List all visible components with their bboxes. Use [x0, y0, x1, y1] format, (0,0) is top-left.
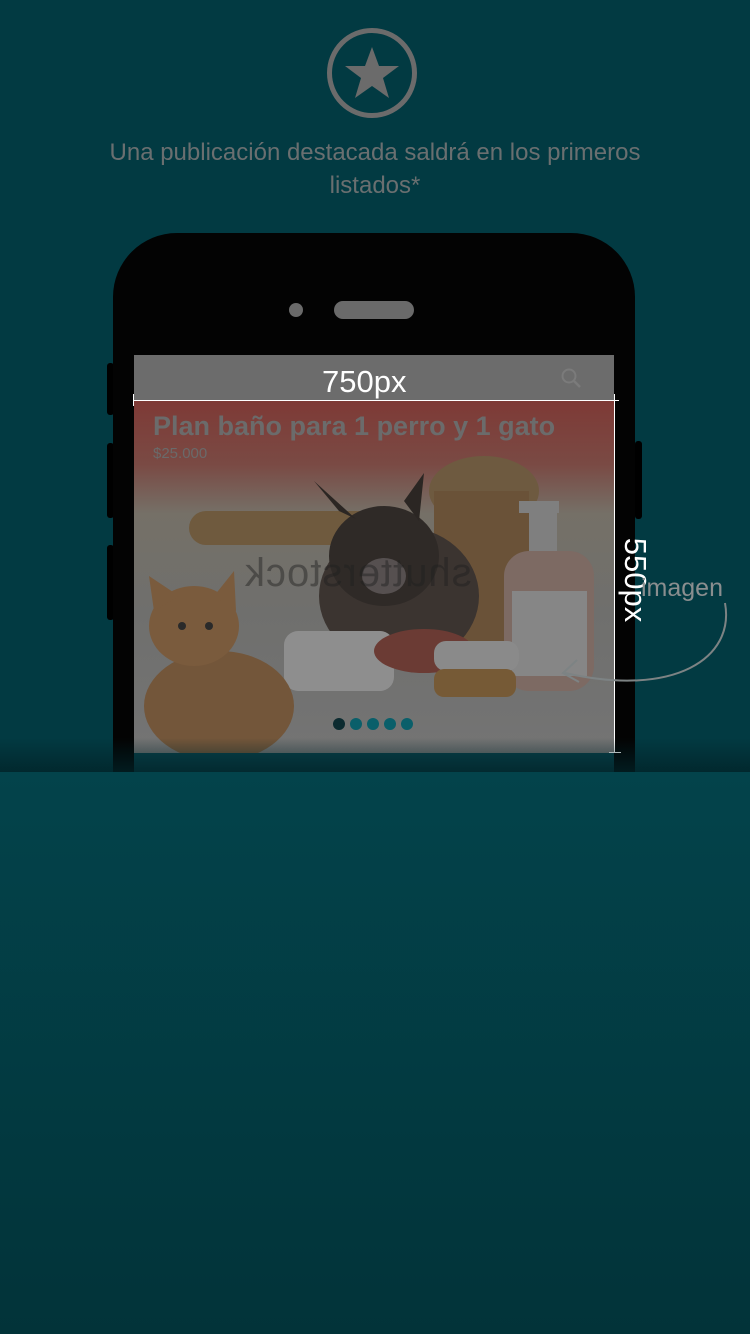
listing-title: Plan baño para 1 perro y 1 gato	[153, 411, 556, 441]
search-icon[interactable]	[560, 367, 582, 394]
bottom-panel	[0, 772, 750, 1334]
carousel-dot[interactable]	[401, 718, 413, 730]
curved-arrow-icon	[561, 602, 728, 683]
listing-image[interactable]: shutterstock Plan baño para 1 perro y 1 …	[134, 401, 614, 753]
carousel-dot[interactable]	[350, 718, 362, 730]
carousel-dot[interactable]	[333, 718, 345, 730]
carousel-dots[interactable]	[333, 718, 413, 730]
image-watermark: shutterstock	[244, 551, 472, 595]
carousel-dot[interactable]	[384, 718, 396, 730]
feature-caption: Una publicación destacada saldrá en los …	[109, 139, 641, 199]
listing-price: $25.000	[153, 445, 208, 462]
height-dimension-line	[614, 400, 615, 753]
phone-power-button	[635, 441, 642, 519]
width-dimension-label: 750px	[322, 364, 407, 399]
phone-camera	[289, 303, 303, 317]
width-dimension-line	[134, 400, 619, 401]
carousel-dot[interactable]	[367, 718, 379, 730]
phone-speaker	[334, 301, 414, 319]
star-icon	[327, 28, 417, 118]
width-dimension-tick	[133, 394, 134, 406]
